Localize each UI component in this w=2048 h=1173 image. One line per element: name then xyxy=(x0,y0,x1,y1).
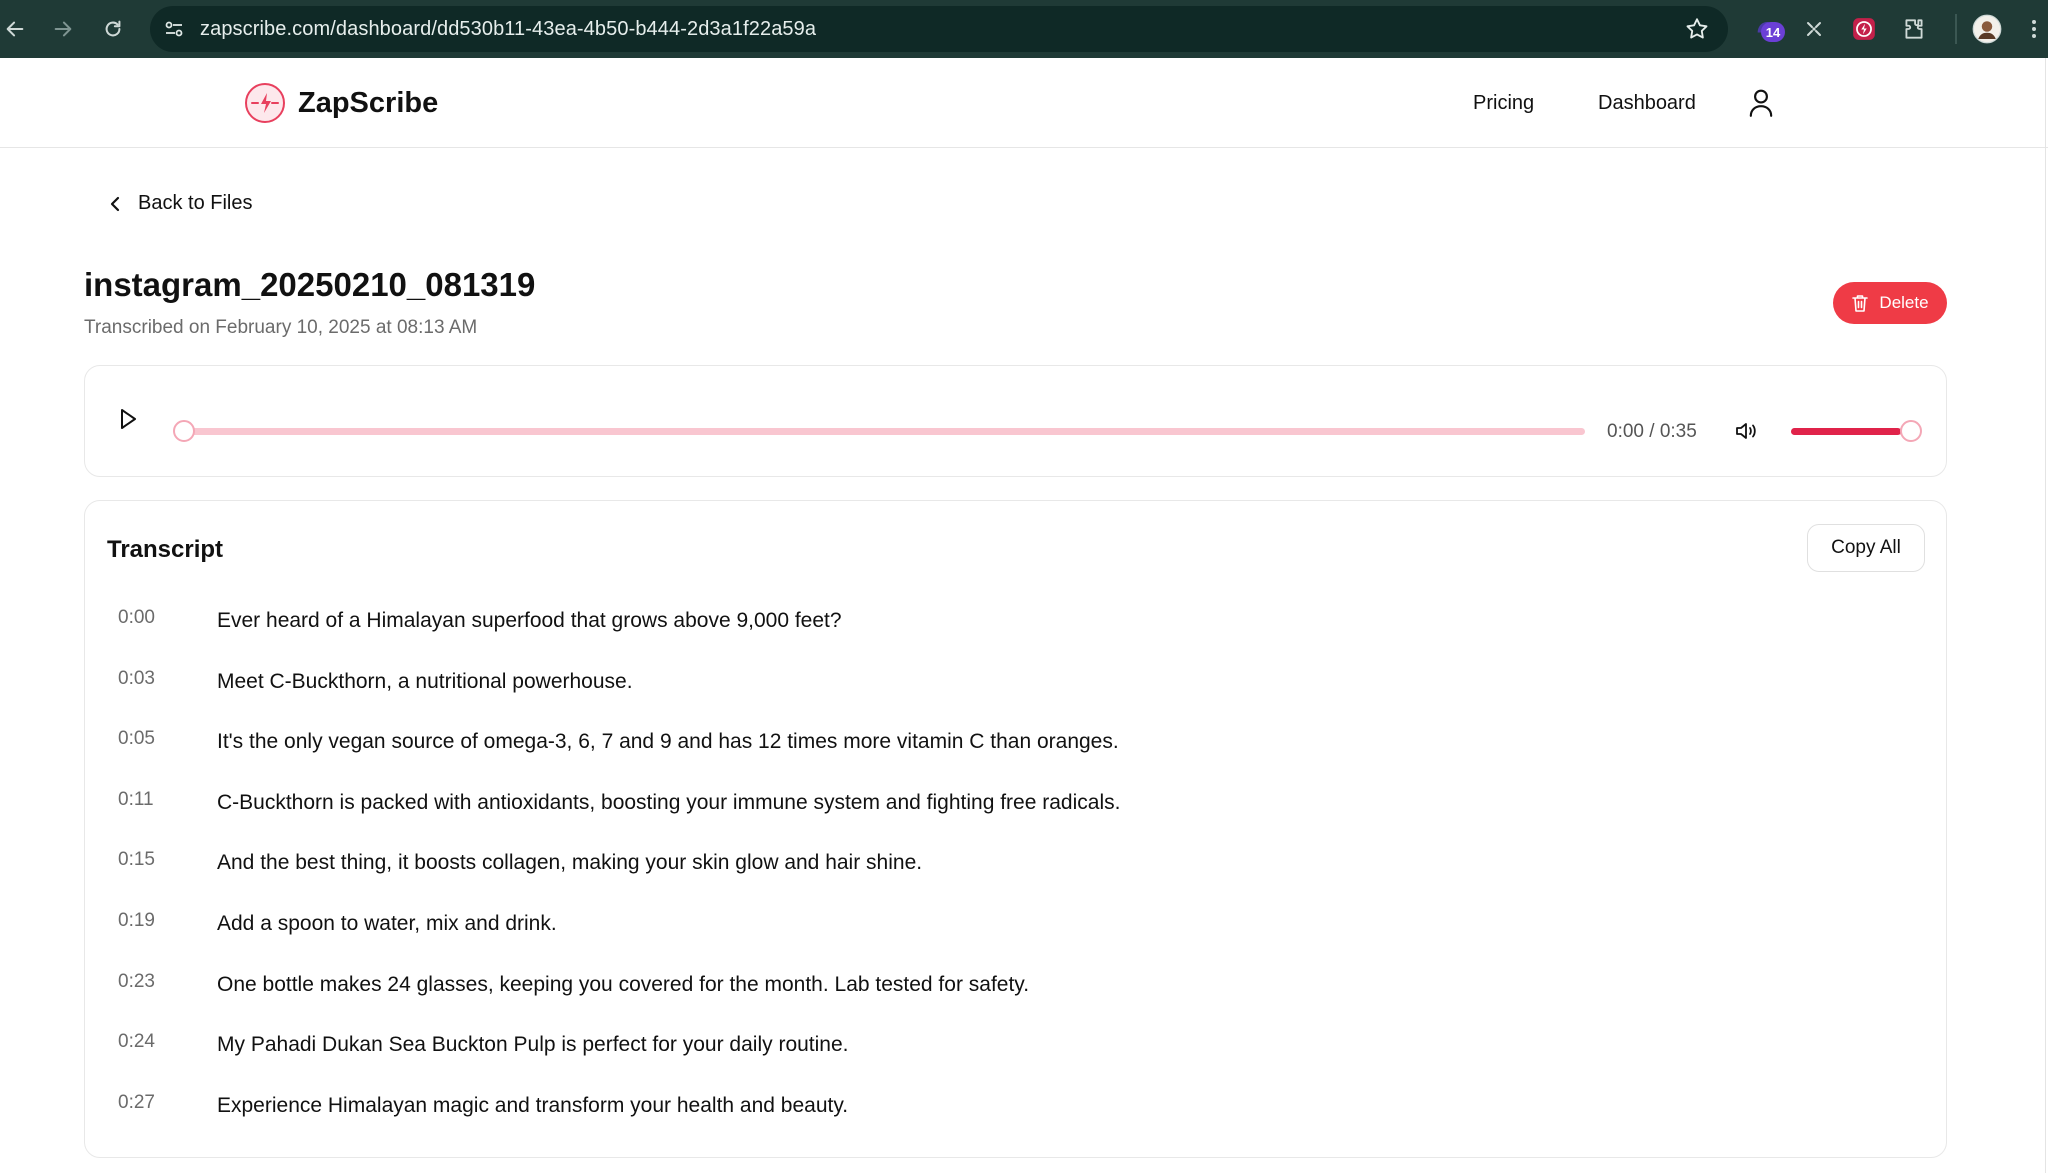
transcript-row[interactable]: 0:11 C-Buckthorn is packed with antioxida… xyxy=(85,789,1946,850)
extension-sparkle-icon[interactable] xyxy=(1797,12,1831,46)
transcript-text: And the best thing, it boosts collagen, … xyxy=(217,851,923,875)
delete-button[interactable]: Delete xyxy=(1833,282,1947,324)
volume-slider[interactable] xyxy=(1791,428,1913,435)
reload-icon[interactable] xyxy=(98,14,128,44)
timestamp[interactable]: 0:03 xyxy=(118,668,155,690)
transcribed-date: Transcribed on February 10, 2025 at 08:1… xyxy=(84,317,478,338)
transcript-text: Experience Himalayan magic and transform… xyxy=(217,1093,849,1117)
brand-name: ZapScribe xyxy=(298,86,439,119)
toolbar-divider xyxy=(1955,14,1957,44)
transcript-row[interactable]: 0:00 Ever heard of a Himalayan superfood … xyxy=(85,607,1946,668)
timestamp[interactable]: 0:23 xyxy=(118,971,155,993)
nav-dashboard-link[interactable]: Dashboard xyxy=(1598,92,1696,115)
transcript-list: 0:00 Ever heard of a Himalayan superfood … xyxy=(85,607,1946,1152)
volume-fill xyxy=(1791,428,1901,435)
transcript-text: It's the only vegan source of omega-3, 6… xyxy=(217,730,1119,754)
transcript-text: Meet C-Buckthorn, a nutritional powerhou… xyxy=(217,669,633,693)
transcript-text: One bottle makes 24 glasses, keeping you… xyxy=(217,972,1030,996)
timestamp[interactable]: 0:24 xyxy=(118,1031,155,1053)
transcript-card: Transcript Copy All 0:00 Ever heard of a … xyxy=(84,500,1947,1158)
browser-menu-icon[interactable] xyxy=(2020,12,2048,46)
url-text[interactable]: zapscribe.com/dashboard/dd530b11-43ea-4b… xyxy=(200,18,816,41)
transcript-text: Add a spoon to water, mix and drink. xyxy=(217,911,557,935)
transcript-text: Ever heard of a Himalayan superfood that… xyxy=(217,609,842,632)
play-button[interactable] xyxy=(117,406,145,438)
volume-icon[interactable] xyxy=(1734,419,1760,448)
back-to-files-link[interactable]: Back to Files xyxy=(108,192,252,215)
zapscribe-logo-icon xyxy=(245,83,285,123)
copy-all-button[interactable]: Copy All xyxy=(1807,524,1925,572)
timestamp[interactable]: 0:05 xyxy=(118,728,155,750)
user-account-icon[interactable] xyxy=(1748,88,1774,123)
transcript-row[interactable]: 0:24 My Pahadi Dukan Sea Buckton Pulp is … xyxy=(85,1031,1946,1092)
transcript-row[interactable]: 0:05 It's the only vegan source of omega-… xyxy=(85,728,1946,789)
brand-logo[interactable]: ZapScribe xyxy=(244,82,438,124)
browser-toolbar: zapscribe.com/dashboard/dd530b11-43ea-4b… xyxy=(0,0,2048,58)
timestamp[interactable]: 0:19 xyxy=(118,910,155,932)
extension-badge: 14 xyxy=(1761,22,1785,42)
seek-handle[interactable] xyxy=(173,420,195,442)
site-settings-icon[interactable] xyxy=(162,17,186,46)
zapscribe-extension-icon[interactable] xyxy=(1847,12,1881,46)
extensions-puzzle-icon[interactable] xyxy=(1897,12,1931,46)
forward-arrow-icon[interactable] xyxy=(48,14,78,44)
app-header: ZapScribe Pricing Dashboard xyxy=(0,58,2048,148)
play-icon xyxy=(121,409,136,429)
delete-label: Delete xyxy=(1879,293,1929,312)
back-arrow-icon[interactable] xyxy=(0,14,30,44)
nav-pricing-link[interactable]: Pricing xyxy=(1473,92,1534,115)
transcript-row[interactable]: 0:03 Meet C-Buckthorn, a nutritional powe… xyxy=(85,668,1946,729)
timestamp[interactable]: 0:15 xyxy=(118,849,155,871)
timestamp[interactable]: 0:27 xyxy=(118,1092,155,1114)
playback-time: 0:00 / 0:35 xyxy=(1607,421,1697,442)
trash-icon xyxy=(1852,295,1869,312)
transcript-title: Transcript xyxy=(107,536,224,563)
transcript-text: My Pahadi Dukan Sea Buckton Pulp is perf… xyxy=(217,1033,849,1057)
address-bar[interactable]: zapscribe.com/dashboard/dd530b11-43ea-4b… xyxy=(150,6,1728,52)
page-title: instagram_20250210_081319 xyxy=(84,266,536,303)
timestamp[interactable]: 0:11 xyxy=(118,789,154,811)
transcript-row[interactable]: 0:15 And the best thing, it boosts collag… xyxy=(85,849,1946,910)
bookmark-star-icon[interactable] xyxy=(1684,16,1710,47)
audio-player: 0:00 / 0:35 xyxy=(84,365,1947,477)
page-edge-divider xyxy=(2045,58,2046,1173)
timestamp[interactable]: 0:00 xyxy=(118,607,155,629)
seek-bar[interactable] xyxy=(185,428,1585,435)
volume-handle[interactable] xyxy=(1899,420,1922,442)
back-label: Back to Files xyxy=(138,192,253,214)
chevron-left-icon xyxy=(110,196,120,211)
transcript-row[interactable]: 0:23 One bottle makes 24 glasses, keeping… xyxy=(85,971,1946,1032)
transcript-text: C-Buckthorn is packed with antioxidants,… xyxy=(217,790,1121,814)
transcript-row[interactable]: 0:19 Add a spoon to water, mix and drink. xyxy=(85,910,1946,971)
profile-avatar[interactable] xyxy=(1970,12,2004,46)
transcript-row[interactable]: 0:27 Experience Himalayan magic and trans… xyxy=(85,1092,1946,1153)
